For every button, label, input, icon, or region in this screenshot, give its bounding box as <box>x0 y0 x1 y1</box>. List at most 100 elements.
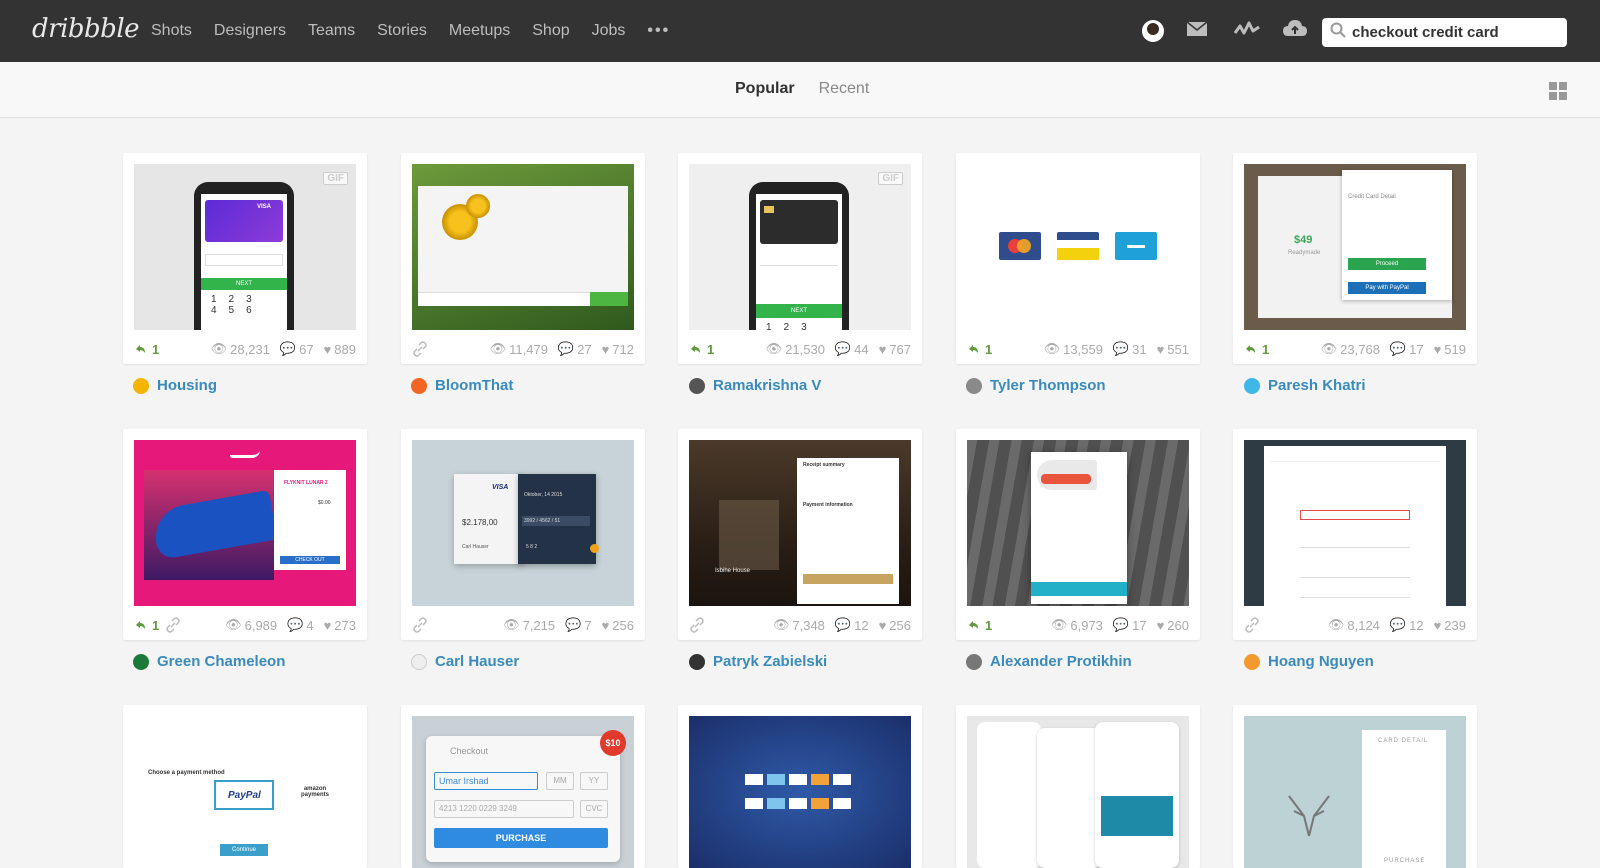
rebound-count[interactable]: 1 <box>1244 342 1269 357</box>
shot-stats: 👁 7,348 💬 12 ♥ 256 <box>689 615 911 635</box>
author-avatar <box>966 653 982 670</box>
card-detail-title: Credit Card Detail <box>1348 194 1396 200</box>
attachment-icon[interactable] <box>165 617 181 633</box>
shot-thumbnail[interactable] <box>967 440 1189 606</box>
shot-thumbnail[interactable] <box>1244 440 1466 606</box>
eye-icon: 👁 <box>489 341 507 356</box>
cvc-field: CVC <box>580 800 608 818</box>
shot-author[interactable]: Tyler Thompson <box>966 377 1106 394</box>
card-detail-title: CARD DETAIL <box>1378 738 1429 744</box>
author-name[interactable]: Tyler Thompson <box>990 377 1106 394</box>
likes-stat[interactable]: ♥ 767 <box>879 341 911 357</box>
shot-author[interactable]: Ramakrishna V <box>689 377 821 394</box>
shot-thumbnail[interactable]: VISA NEXT 123 456 GIF <box>134 164 356 330</box>
comments-stat[interactable]: 💬 31 <box>1113 341 1147 357</box>
shot-thumbnail[interactable]: VISA $2.178,00 Carl Hauser Oktober, 14 2… <box>412 440 634 606</box>
likes-stat[interactable]: ♥ 712 <box>602 341 634 357</box>
nav-stories[interactable]: Stories <box>377 22 427 40</box>
shot-thumbnail[interactable]: NEXT 123 GIF <box>689 164 911 330</box>
likes-stat[interactable]: ♥ 256 <box>879 617 911 633</box>
shot-author[interactable]: BloomThat <box>411 377 513 394</box>
activity-icon[interactable] <box>1233 18 1260 44</box>
likes-stat[interactable]: ♥ 260 <box>1157 617 1189 633</box>
shot-thumbnail[interactable]: FLYKNIT LUNAR 2 $0.00 CHECK OUT <box>134 440 356 606</box>
shot-author[interactable]: Green Chameleon <box>133 653 285 670</box>
comments-stat[interactable]: 💬 7 <box>565 617 591 633</box>
comments-stat[interactable]: 💬 17 <box>1390 341 1424 357</box>
dribbble-logo[interactable]: dribbble <box>32 14 140 44</box>
mail-icon[interactable] <box>1186 18 1212 44</box>
shot-author[interactable]: Alexander Protikhin <box>966 653 1132 670</box>
nav-shots[interactable]: Shots <box>151 22 192 40</box>
likes-stat[interactable]: ♥ 889 <box>324 341 356 357</box>
likes-stat[interactable]: ♥ 273 <box>324 617 356 633</box>
shot-author[interactable]: Housing <box>133 377 217 394</box>
user-avatar[interactable] <box>1142 20 1164 42</box>
rebound-count[interactable]: 1 <box>134 617 181 633</box>
grid-view-icon[interactable] <box>1549 82 1567 100</box>
more-menu-icon[interactable]: ••• <box>647 22 670 40</box>
author-name[interactable]: Alexander Protikhin <box>990 653 1132 670</box>
shot-thumbnail[interactable]: Isbihe House Receipt summary Payment inf… <box>689 440 911 606</box>
tab-recent[interactable]: Recent <box>819 80 870 98</box>
author-avatar <box>411 377 427 394</box>
author-name[interactable]: Ramakrishna V <box>713 377 821 394</box>
rebound-count[interactable]: 1 <box>967 342 992 357</box>
comments-stat[interactable]: 💬 4 <box>287 617 313 633</box>
heart-icon: ♥ <box>601 617 610 633</box>
nav-meetups[interactable]: Meetups <box>449 22 510 40</box>
amazon-option: amazon payments <box>300 786 329 798</box>
author-name[interactable]: Patryk Zabielski <box>713 653 827 670</box>
paypal-label: Pay with PayPal <box>1348 282 1426 294</box>
author-name[interactable]: Paresh Khatri <box>1268 377 1366 394</box>
shot-thumbnail[interactable] <box>967 164 1189 330</box>
likes-stat[interactable]: ♥ 256 <box>602 617 634 633</box>
rebound-count[interactable]: 1 <box>134 342 159 357</box>
shot-author[interactable]: Patryk Zabielski <box>689 653 827 670</box>
nav-designers[interactable]: Designers <box>214 22 286 40</box>
comments-stat[interactable]: 💬 27 <box>558 341 592 357</box>
search-box[interactable] <box>1322 18 1567 47</box>
shot-stats: 1 👁 21,530 💬 44 ♥ 767 <box>689 339 911 359</box>
shot-thumbnail[interactable] <box>967 716 1189 868</box>
rebound-count[interactable]: 1 <box>967 618 992 633</box>
author-name[interactable]: Hoang Nguyen <box>1268 653 1374 670</box>
attachment-icon[interactable] <box>412 617 434 633</box>
author-name[interactable]: Carl Hauser <box>435 653 519 670</box>
shot-thumbnail[interactable]: Checkout $10 Umar Irshad MM YY 4213 1220… <box>412 716 634 868</box>
author-name[interactable]: Green Chameleon <box>157 653 285 670</box>
shot-thumbnail[interactable] <box>412 164 634 330</box>
nav-teams[interactable]: Teams <box>308 22 355 40</box>
comments-stat[interactable]: 💬 12 <box>835 617 869 633</box>
shot-author[interactable]: Carl Hauser <box>411 653 519 670</box>
shot-author[interactable]: Hoang Nguyen <box>1244 653 1374 670</box>
shot-thumbnail[interactable]: $49 Readymade Credit Card Detail Proceed… <box>1244 164 1466 330</box>
likes-stat[interactable]: ♥ 239 <box>1434 617 1466 633</box>
rebound-count[interactable]: 1 <box>689 342 714 357</box>
comments-stat[interactable]: 💬 17 <box>1113 617 1147 633</box>
nav-jobs[interactable]: Jobs <box>592 22 626 40</box>
comment-icon: 💬 <box>565 617 582 632</box>
comments-stat[interactable]: 💬 44 <box>835 341 869 357</box>
upload-cloud-icon[interactable] <box>1282 18 1308 44</box>
shot-thumbnail[interactable]: Choose a payment method PayPal amazon pa… <box>134 716 356 868</box>
shot-thumbnail[interactable] <box>689 716 911 868</box>
attachment-icon[interactable] <box>1244 617 1266 633</box>
author-name[interactable]: BloomThat <box>435 377 513 394</box>
likes-stat[interactable]: ♥ 551 <box>1157 341 1189 357</box>
likes-stat[interactable]: ♥ 519 <box>1434 341 1466 357</box>
nav-shop[interactable]: Shop <box>532 22 569 40</box>
author-avatar <box>689 377 705 394</box>
shot-thumbnail[interactable]: CARD DETAIL PURCHASE <box>1244 716 1466 868</box>
heart-icon: ♥ <box>878 341 887 357</box>
shot-author[interactable]: Paresh Khatri <box>1244 377 1366 394</box>
comments-stat[interactable]: 💬 12 <box>1390 617 1424 633</box>
search-input[interactable] <box>1352 24 1562 41</box>
attachment-icon[interactable] <box>689 617 711 633</box>
attachment-icon[interactable] <box>412 341 434 357</box>
shot-card: Checkout $10 Umar Irshad MM YY 4213 1220… <box>401 705 645 868</box>
shot-stats: 👁 7,215 💬 7 ♥ 256 <box>412 615 634 635</box>
tab-popular[interactable]: Popular <box>735 80 795 98</box>
comments-stat[interactable]: 💬 67 <box>280 341 314 357</box>
author-name[interactable]: Housing <box>157 377 217 394</box>
